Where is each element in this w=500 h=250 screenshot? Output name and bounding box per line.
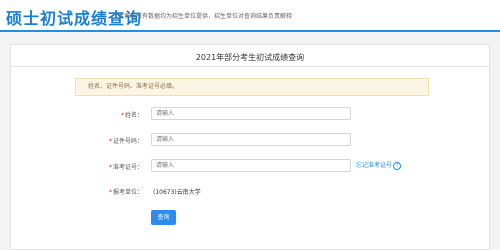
page-header: 硕士初试成绩查询 本系统所有数据均为招生单位提供，招生单位对查询结果负责解释: [0, 0, 500, 32]
card-title: 2021年部分考生初试成绩查询: [195, 53, 305, 62]
exam-number-label-text: 准考证号：: [112, 164, 143, 171]
required-mark: *: [108, 189, 112, 196]
unit-label-text: 报考单位：: [112, 189, 143, 196]
required-mark: *: [120, 112, 124, 119]
help-icon: ?: [393, 161, 402, 170]
query-card: 2021年部分考生初试成绩查询 姓名、证件号码、准考证号必填。 *姓名： *证件…: [10, 44, 490, 250]
site-description: 本系统所有数据均为招生单位提供，招生单位对查询结果负责解释: [118, 13, 293, 20]
forgot-exam-number-text: 忘记准考证号: [356, 162, 393, 169]
name-input[interactable]: [151, 107, 351, 120]
unit-value: (10673)云南大学: [153, 189, 201, 196]
unit-label: *报考单位：: [83, 187, 143, 196]
exam-number-label: *准考证号：: [83, 162, 143, 171]
name-label: *姓名：: [83, 110, 143, 119]
id-number-label-text: 证件号码：: [112, 138, 143, 145]
name-label-text: 姓名：: [124, 112, 143, 119]
required-mark: *: [108, 138, 112, 145]
query-button[interactable]: 查询: [151, 210, 176, 225]
required-notice: 姓名、证件号码、准考证号必填。: [75, 78, 429, 96]
exam-number-input[interactable]: [151, 159, 351, 172]
card-divider: [11, 66, 489, 67]
required-mark: *: [108, 164, 112, 171]
id-number-input[interactable]: [151, 133, 351, 146]
forgot-exam-number-link[interactable]: 忘记准考证号?: [356, 160, 402, 170]
id-number-label: *证件号码：: [83, 136, 143, 145]
